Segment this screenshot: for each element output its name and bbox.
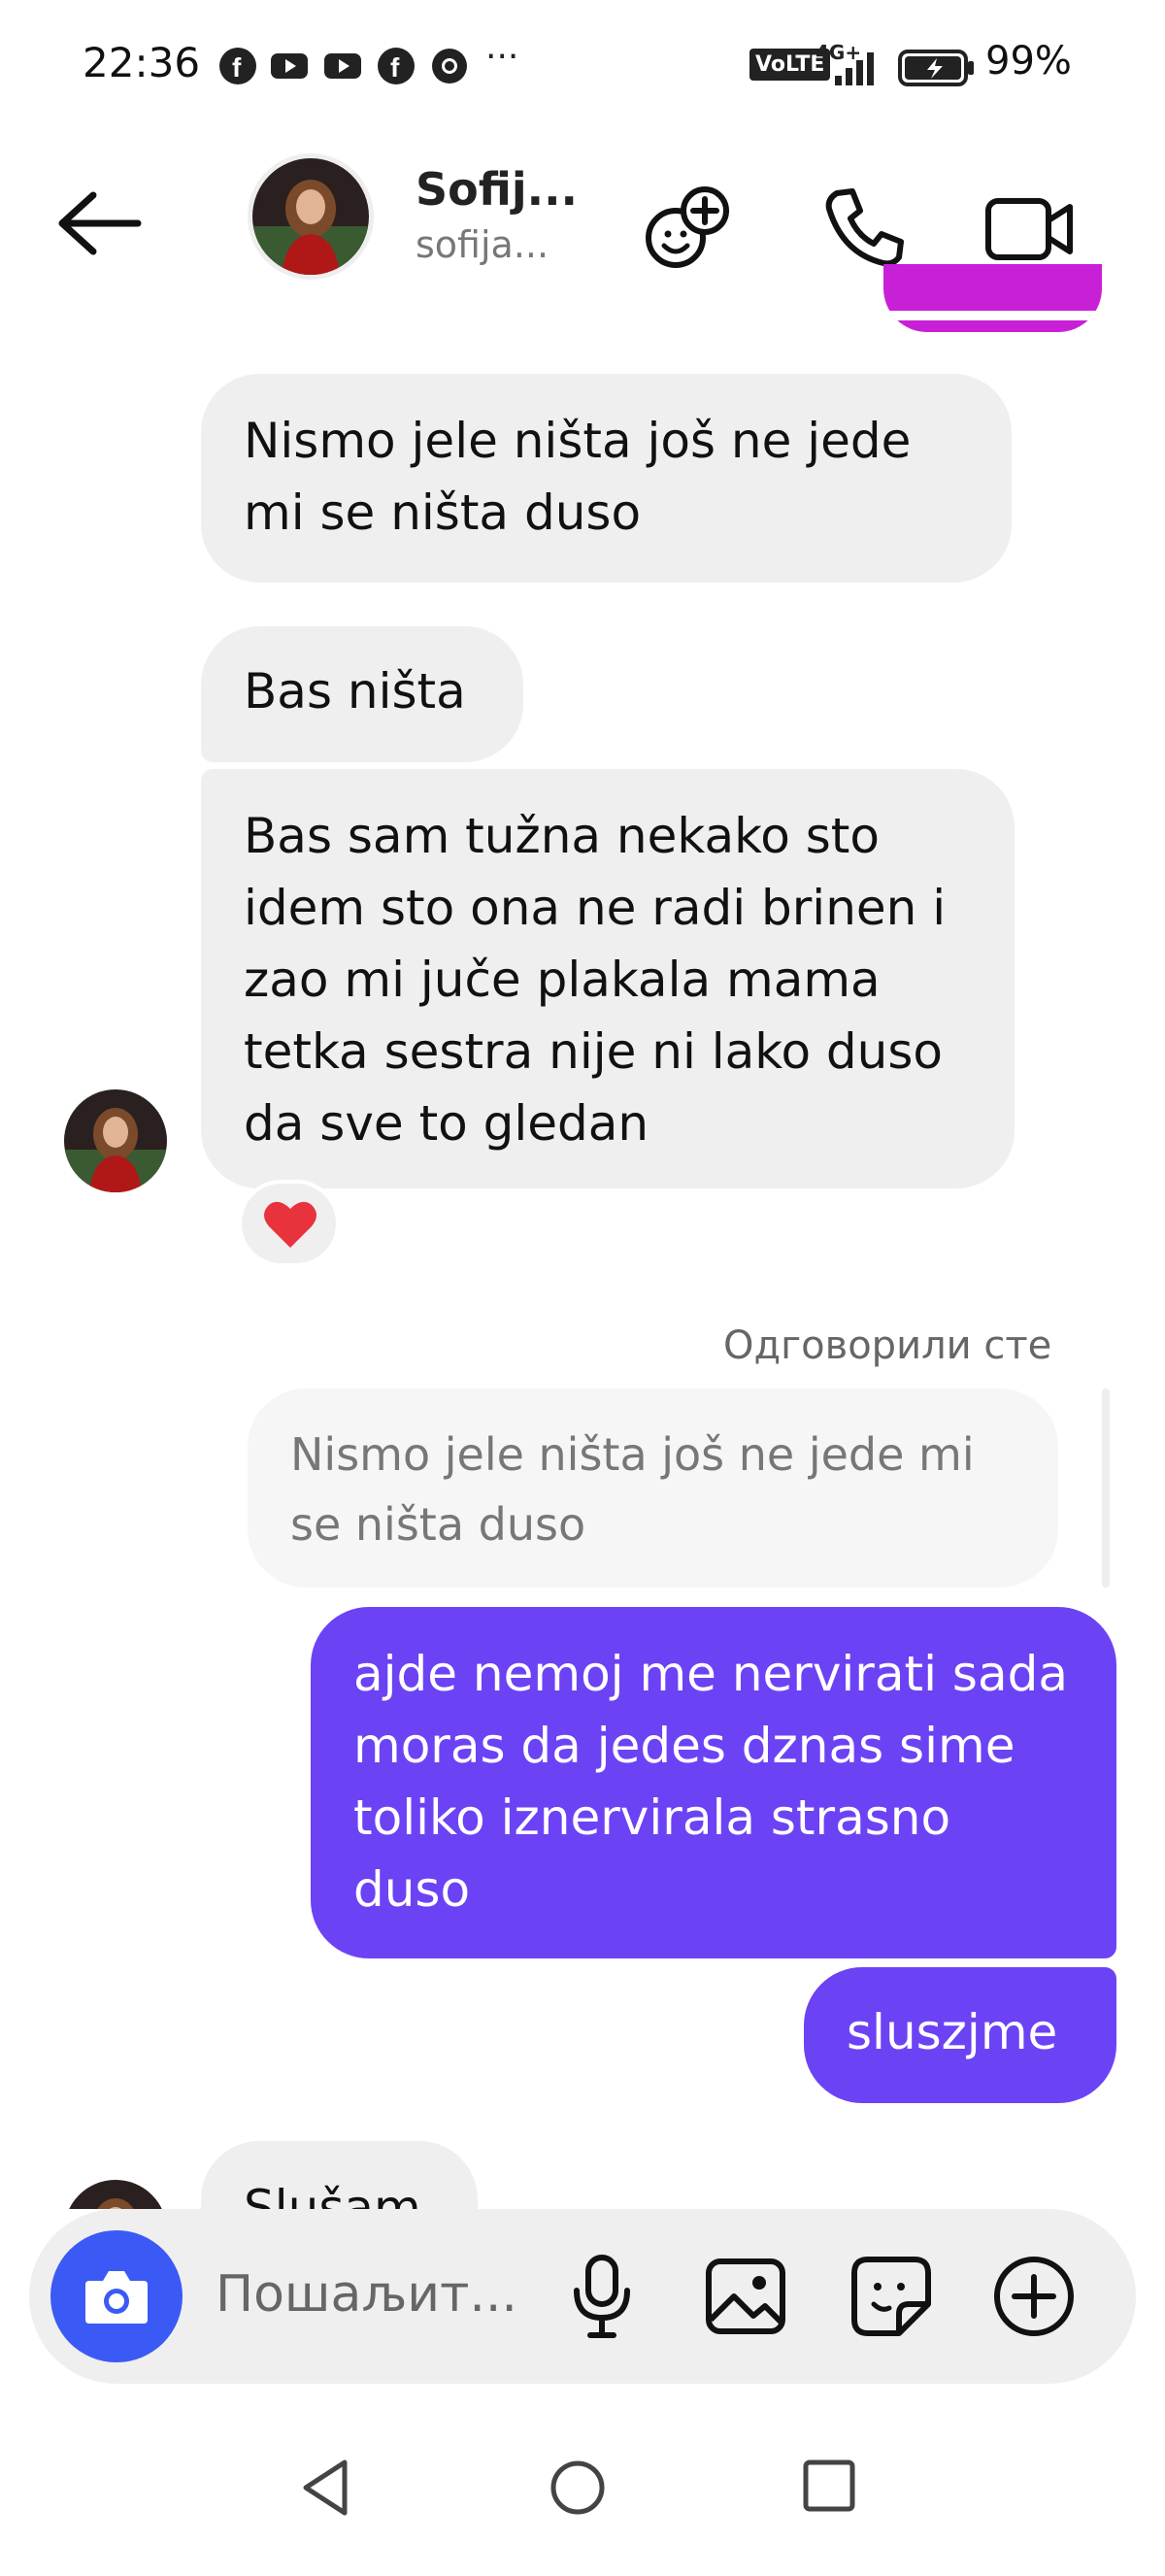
previous-message-bubble [883,264,1102,332]
reaction-badge[interactable] [238,1180,340,1267]
message-text: sluszjme [847,2004,1058,2060]
message-text: Bas ništa [244,663,466,719]
nav-back-icon[interactable] [296,2457,354,2519]
facebook-icon: f [219,48,256,84]
incoming-message[interactable]: Slušam [201,2141,478,2209]
message-composer: Пошаљит... [29,2209,1136,2384]
header-divider [0,311,1165,320]
message-text: Nismo jele ništa još ne jede mi se ništa… [244,413,912,541]
contact-name[interactable]: Sofij... [416,163,578,216]
svg-text:f: f [232,52,242,83]
signal-icon [835,52,874,85]
sender-avatar[interactable] [64,2180,167,2209]
contact-avatar[interactable] [248,153,374,280]
status-time: 22:36 [83,39,201,86]
partial-message-row: Slušam [0,2141,1165,2209]
add-emoji-icon[interactable] [641,180,738,277]
quote-bar [1102,1388,1110,1588]
message-input[interactable]: Пошаљит... [216,2265,517,2324]
battery-percent: 99% [985,39,1072,84]
reply-label: Одговорили сте [723,1323,1052,1368]
back-arrow-icon[interactable] [56,189,144,257]
contact-handle[interactable]: sofija... [416,223,549,266]
incoming-message[interactable]: Nismo jele ništa još ne jede mi se ništa… [201,374,1012,583]
message-text: ajde nemoj me nervirati sada moras da je… [353,1646,1068,1918]
message-text: Bas sam tužna nekako sto idem sto ona ne… [244,808,947,1152]
facebook-icon: f [378,48,415,84]
camera-button[interactable] [50,2230,183,2362]
incoming-message[interactable]: Bas ništa [201,626,523,762]
battery-icon [898,50,974,86]
incoming-message[interactable]: Bas sam tužna nekako sto idem sto ona ne… [201,769,1015,1188]
gallery-icon[interactable] [697,2248,794,2345]
system-nav-bar [0,2398,1165,2576]
message-text: Slušam [244,2180,421,2209]
svg-text:f: f [390,52,400,83]
chrome-icon [432,49,467,84]
status-bar: 22:36 f f ··· VoLTE 4G+ 99% [0,0,1165,136]
sticker-icon[interactable] [843,2248,940,2345]
phone-icon[interactable] [816,180,913,277]
youtube-icon [324,53,361,79]
more-notifications: ··· [485,37,519,77]
outgoing-message[interactable]: ajde nemoj me nervirati sada moras da je… [311,1607,1116,1958]
nav-recents-icon[interactable] [802,2459,856,2513]
outgoing-message[interactable]: sluszjme [804,1967,1116,2103]
sender-avatar[interactable] [64,1089,167,1192]
youtube-icon [271,53,308,79]
add-icon[interactable] [985,2248,1082,2345]
microphone-icon[interactable] [553,2248,650,2345]
quoted-text: Nismo jele ništa još ne jede mi se ništa… [290,1428,975,1551]
video-call-icon[interactable] [981,180,1078,277]
nav-home-icon[interactable] [549,2459,607,2517]
camera-icon [85,2271,148,2324]
heart-icon [264,1201,316,1248]
quoted-message[interactable]: Nismo jele ništa još ne jede mi se ništa… [248,1388,1058,1588]
